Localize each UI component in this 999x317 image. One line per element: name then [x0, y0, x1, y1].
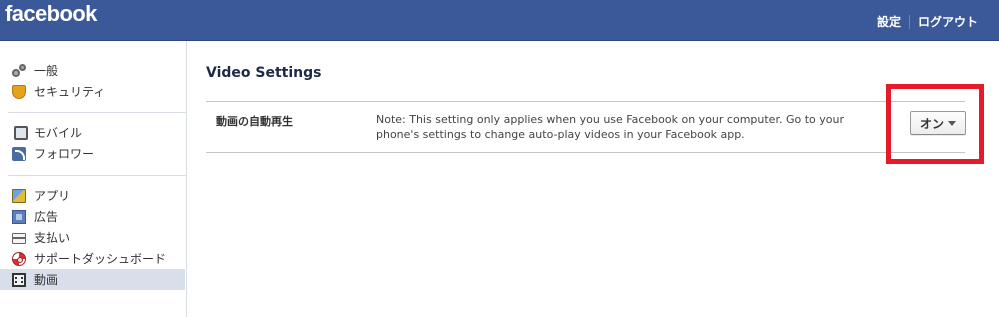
- top-links: 設定 ログアウト: [877, 13, 978, 30]
- film-icon: [12, 272, 26, 287]
- sidebar-item-label: 動画: [34, 273, 59, 287]
- sidebar-item-mobile[interactable]: モバイル: [0, 122, 186, 143]
- top-link-divider: [908, 14, 910, 29]
- autoplay-dropdown-value: オン: [919, 116, 944, 131]
- lifebuoy-icon: [12, 251, 26, 266]
- sidebar-item-label: アプリ: [34, 189, 71, 203]
- settings-link[interactable]: 設定: [877, 13, 901, 30]
- settings-sidebar: 一般 セキュリティ モバイル フォロワー アプリ 広告 支払い サポートダッシュ…: [0, 41, 187, 317]
- sidebar-item-label: セキュリティ: [34, 85, 106, 99]
- nav-group-mobile: モバイル フォロワー: [0, 122, 186, 164]
- caret-down-icon: [948, 120, 956, 126]
- logout-link[interactable]: ログアウト: [918, 13, 978, 30]
- gear-icon: [12, 63, 26, 78]
- phone-icon: [14, 125, 28, 140]
- credit-card-icon: [12, 233, 26, 244]
- ad-icon: [12, 209, 26, 224]
- sidebar-item-videos[interactable]: 動画: [0, 269, 185, 290]
- shield-icon: [12, 84, 26, 99]
- sidebar-item-label: フォロワー: [34, 147, 95, 161]
- autoplay-dropdown-button[interactable]: オン: [910, 111, 966, 135]
- nav-divider: [8, 112, 186, 113]
- sidebar-item-label: 支払い: [34, 231, 71, 245]
- autoplay-setting-label: 動画の自動再生: [216, 115, 293, 128]
- sidebar-item-apps[interactable]: アプリ: [0, 185, 186, 206]
- sidebar-item-ads[interactable]: 広告: [0, 206, 186, 227]
- sidebar-item-security[interactable]: セキュリティ: [0, 81, 186, 102]
- sidebar-item-general[interactable]: 一般: [0, 60, 186, 81]
- row-divider-top: [206, 101, 965, 102]
- nav-group-apps: アプリ 広告 支払い サポートダッシュボード 動画: [0, 185, 186, 290]
- sidebar-item-label: 一般: [34, 64, 59, 78]
- app-box-icon: [12, 188, 26, 203]
- row-divider-bottom: [206, 152, 965, 153]
- sidebar-item-label: モバイル: [34, 126, 83, 140]
- sidebar-item-support-dashboard[interactable]: サポートダッシュボード: [0, 248, 186, 269]
- nav-group-account: 一般 セキュリティ: [0, 60, 186, 102]
- rss-icon: [12, 146, 26, 161]
- autoplay-setting-note: Note: This setting only applies when you…: [376, 113, 844, 141]
- facebook-logo[interactable]: facebook: [5, 1, 97, 27]
- sidebar-item-payments[interactable]: 支払い: [0, 227, 186, 248]
- sidebar-item-followers[interactable]: フォロワー: [0, 143, 186, 164]
- sidebar-item-label: 広告: [34, 210, 59, 224]
- page-title: Video Settings: [206, 65, 322, 81]
- nav-divider: [8, 175, 186, 176]
- sidebar-item-label: サポートダッシュボード: [34, 252, 167, 266]
- top-bar: facebook 設定 ログアウト: [0, 0, 999, 41]
